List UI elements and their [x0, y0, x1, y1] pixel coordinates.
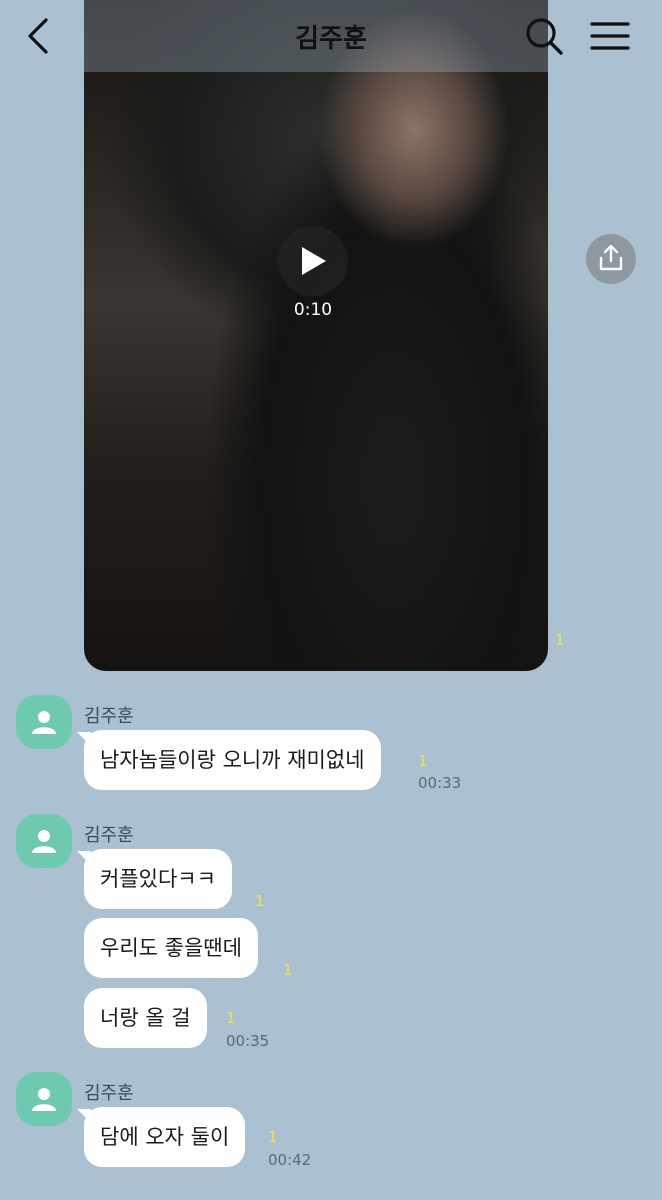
message-bubble[interactable]: 남자놈들이랑 오니까 재미없네	[77, 730, 381, 790]
default-profile-icon	[32, 830, 56, 853]
read-count: 1	[226, 1009, 236, 1027]
default-profile-icon	[32, 711, 56, 734]
message-bubble[interactable]: 우리도 좋을땐데	[84, 918, 258, 978]
read-count: 1	[255, 892, 265, 910]
read-count: 1	[268, 1128, 278, 1146]
message-time: 00:42	[268, 1151, 312, 1169]
play-button[interactable]	[278, 226, 348, 296]
message-time: 00:35	[226, 1032, 270, 1050]
message-time: 00:33	[418, 774, 462, 792]
video-read-count: 1	[555, 631, 565, 649]
video-message[interactable]: 0:10	[84, 0, 548, 671]
hamburger-menu-icon	[590, 22, 630, 50]
read-count: 1	[418, 752, 428, 770]
video-duration: 0:10	[293, 300, 333, 320]
message-bubble[interactable]: 너랑 올 걸	[84, 988, 207, 1048]
message-bubble[interactable]: 담에 오자 둘이	[76, 1107, 246, 1167]
message-bubble[interactable]: 커플있다ㅋㅋ	[77, 849, 232, 909]
sender-avatar[interactable]	[16, 1072, 72, 1126]
read-count: 1	[283, 961, 293, 979]
default-profile-icon	[32, 1088, 56, 1111]
sender-avatar[interactable]	[16, 814, 72, 868]
sender-name: 김주훈	[84, 1083, 134, 1104]
sender-name: 김주훈	[84, 825, 134, 846]
sender-avatar[interactable]	[16, 695, 72, 749]
search-button[interactable]	[522, 14, 566, 58]
share-button[interactable]	[586, 234, 636, 284]
play-icon	[302, 247, 326, 275]
chat-header: 김주훈	[0, 0, 662, 72]
menu-button[interactable]	[588, 16, 632, 56]
share-upload-icon	[599, 245, 623, 271]
search-icon	[526, 18, 563, 55]
sender-name: 김주훈	[84, 706, 134, 727]
